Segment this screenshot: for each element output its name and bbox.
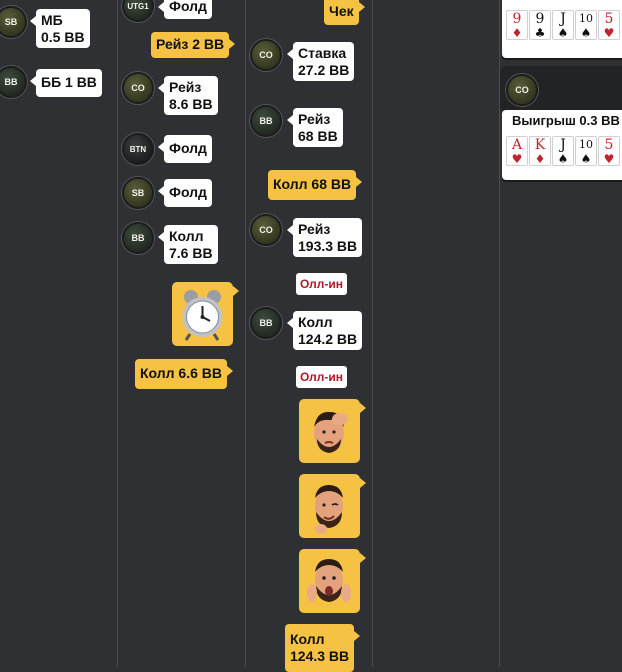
action-bubble: Рейз 68 BB — [287, 108, 343, 147]
seat-badge-co: CO — [250, 214, 282, 246]
top-cards: 9 ♦ 9 ♣ J ♠ 10 ♠ 5 ♥ — [506, 10, 620, 40]
column-divider — [245, 0, 246, 667]
man-facepalm-icon — [314, 411, 348, 453]
action-bubble: Колл 124.2 BB — [286, 311, 363, 350]
wink-sticker — [299, 474, 366, 538]
playing-card: 10 ♠ — [575, 10, 597, 40]
alarm-clock-icon — [182, 290, 223, 341]
playing-card: K ♦ — [529, 136, 551, 166]
result-panel-top: Выигрыш 86.5 BB 9♦ 9♣ J♠ 10♠ 5♥ — [502, 0, 622, 58]
column-divider — [372, 0, 373, 667]
action-bubble: Рейз 8.6 BB — [158, 76, 218, 115]
result-panel-winner: Выигрыш 0.3 BB A ♥ K ♦ J ♠ 10 ♠ 5 ♥ — [502, 110, 622, 180]
man-wink-icon — [315, 485, 343, 534]
facepalm-sticker — [299, 399, 366, 463]
seat-badge-sb: SB — [0, 6, 27, 38]
seat-badge-bb: BB — [250, 307, 282, 339]
bet-bubble: Чек — [324, 0, 365, 25]
playing-card: 9 ♦ — [506, 10, 528, 40]
shocked-sticker — [299, 549, 366, 613]
bet-bubble: Колл 124.3 BB — [285, 624, 361, 672]
seat-badge-co: CO — [122, 72, 154, 104]
action-bubble: Фолд — [158, 135, 212, 163]
action-bubble: Фолд — [158, 0, 212, 19]
action-bubble: ББ 1 BB — [30, 69, 102, 97]
bet-bubble: Колл 6.6 BB — [135, 359, 233, 389]
playing-card: 9 ♣ — [529, 10, 551, 40]
seat-badge-bb: BB — [250, 105, 282, 137]
man-shocked-icon — [307, 559, 351, 602]
playing-card: J ♠ — [552, 10, 574, 40]
action-bubble: Колл 7.6 BB — [158, 225, 218, 264]
bet-bubble: Рейз 2 BB — [151, 32, 236, 58]
playing-card: J ♠ — [552, 136, 574, 166]
winner-header: CO — [500, 66, 622, 110]
action-bubble: Ставка 27.2 BB — [286, 42, 355, 81]
playing-card: 5 ♥ — [598, 136, 620, 166]
playing-card: 5 ♥ — [598, 10, 620, 40]
seat-badge-sb: SB — [122, 177, 154, 209]
seat-badge-bb: BB — [122, 222, 154, 254]
seat-badge-bb: BB — [0, 66, 27, 98]
action-bubble: МБ 0.5 BB — [30, 9, 90, 48]
playing-card: 10 ♠ — [575, 136, 597, 166]
action-bubble: Фолд — [158, 179, 212, 207]
winner-title: Выигрыш 0.3 BB — [512, 113, 620, 128]
seat-badge-co: CO — [250, 39, 282, 71]
bet-bubble: Колл 68 BB — [268, 170, 363, 200]
column-divider — [117, 0, 118, 667]
alarm-clock-sticker — [172, 282, 239, 346]
winner-cards: A ♥ K ♦ J ♠ 10 ♠ 5 ♥ — [506, 136, 620, 166]
action-bubble: Рейз 193.3 BB — [286, 218, 363, 257]
playing-card: A ♥ — [506, 136, 528, 166]
all-in-badge: Олл-ин — [296, 273, 348, 295]
seat-badge-co: CO — [506, 74, 538, 106]
all-in-badge: Олл-ин — [296, 366, 348, 388]
seat-badge-utg1: UTG1 — [122, 0, 154, 22]
seat-badge-btn: BTN — [122, 133, 154, 165]
